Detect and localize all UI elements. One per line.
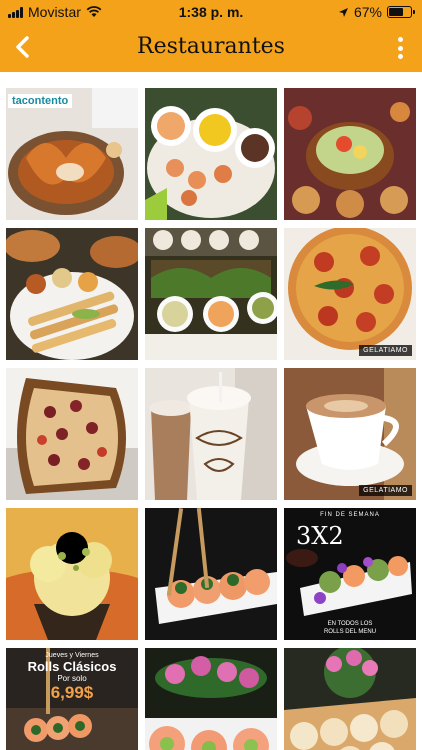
flautas-image [6,228,138,360]
sushi-promo-text: FIN DE SEMANA 3X2 EN TODOS LOS ROLLS DEL … [284,508,416,640]
restaurant-tile-sushi-platter[interactable] [284,648,416,750]
battery-fill [389,8,404,16]
restaurant-grid: tacontento GELATIAMO GELATIAMO FIN DE SE… [6,88,416,750]
restaurant-tile-platter[interactable] [284,88,416,220]
restaurant-tile-pizza[interactable]: GELATIAMO [284,228,416,360]
restaurant-tile-frappe[interactable] [145,368,277,500]
promo-weekend: FIN DE SEMANA [320,512,380,518]
promo-line-1: EN TODOS LOS [327,621,373,627]
promo-title: Rolls Clásicos [27,659,117,674]
page-title: Restaurantes [137,34,285,59]
promo-sub: Por solo [57,674,87,683]
shrimp-image [145,88,277,220]
restaurant-tile-sushi-chopsticks[interactable] [145,508,277,640]
platter-image [284,88,416,220]
promo-3x2: 3X2 [296,522,344,550]
status-right: 67% [338,4,415,20]
restaurant-tile-cappuccino[interactable]: GELATIAMO [284,368,416,500]
restaurant-tile-sushi-flowers[interactable] [145,648,277,750]
gelato-image [6,508,138,640]
top-bar: Movistar 1:38 p. m. 67% Restaurantes [0,0,422,72]
status-bar: Movistar 1:38 p. m. 67% [0,0,422,24]
more-vertical-icon[interactable] [388,34,412,62]
restaurant-tile-flatbread[interactable] [6,368,138,500]
restaurant-tile-tacos[interactable]: tacontento [6,88,138,220]
promo-line-2: ROLLS DEL MENU [323,629,377,635]
tacontento-logo: tacontento [8,94,73,108]
restaurant-tile-flautas[interactable] [6,228,138,360]
battery-percent: 67% [353,4,382,20]
nav-bar: Restaurantes [0,24,422,72]
sushi-chopsticks-image [145,508,277,640]
sushi-platter-image [284,648,416,750]
frappe-image [145,368,277,500]
rolls-promo-text: Jueves y Viernes Rolls Clásicos Por solo… [6,648,138,703]
promo-days: Jueves y Viernes [45,652,99,659]
promo-price: 6,99$ [50,683,94,702]
restaurant-tile-gelato[interactable] [6,508,138,640]
promo-details: EN TODOS LOS ROLLS DEL MENU [284,620,416,636]
tacos-sauces-image [145,228,277,360]
gelatiamo-logo: GELATIAMO [359,485,412,496]
battery-icon [387,6,415,18]
sushi-flowers-image [145,648,277,750]
restaurant-tile-sauces[interactable] [145,228,277,360]
cappuccino-image [284,368,416,500]
gelatiamo-logo: GELATIAMO [359,345,412,356]
location-arrow-icon [338,7,348,17]
restaurant-tile-sushi-promo[interactable]: FIN DE SEMANA 3X2 EN TODOS LOS ROLLS DEL … [284,508,416,640]
restaurant-tile-shrimp[interactable] [145,88,277,220]
restaurant-tile-rolls[interactable]: Jueves y Viernes Rolls Clásicos Por solo… [6,648,138,750]
pizza-image [284,228,416,360]
flatbread-image [6,368,138,500]
